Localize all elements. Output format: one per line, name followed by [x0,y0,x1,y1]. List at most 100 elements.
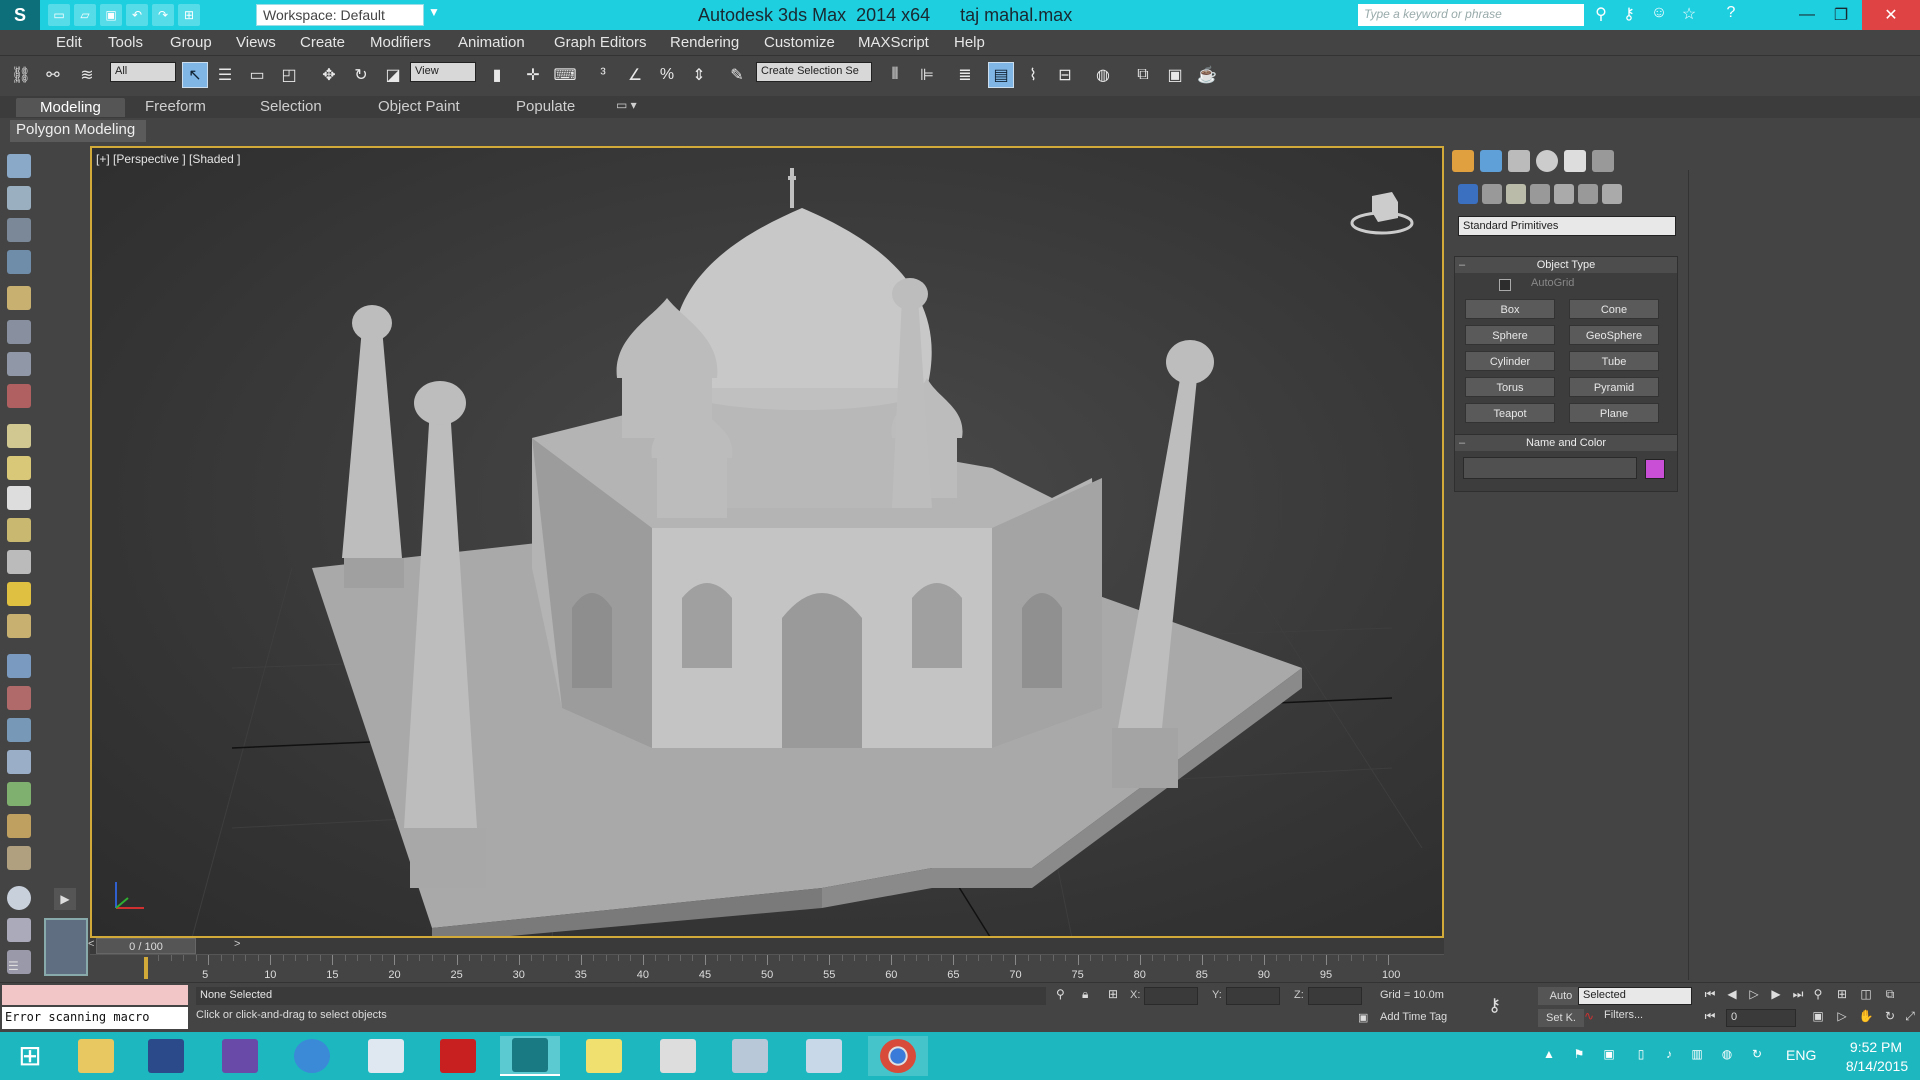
absolute-mode-icon[interactable]: ⊞ [1108,987,1118,1001]
reactor-icon[interactable] [7,686,31,710]
time-slider-handle[interactable]: 0 / 100 [96,938,196,954]
battery-icon[interactable]: ▯ [1632,1047,1650,1065]
input-language[interactable]: ENG [1786,1047,1816,1063]
previous-frame-icon[interactable]: ◀ [1722,987,1742,1005]
open-file-icon[interactable]: ▱ [74,4,96,26]
taskbar-revit[interactable] [356,1036,416,1076]
graphite-tools-icon[interactable]: ▤ [988,62,1014,88]
app-logo-icon[interactable]: S [0,0,40,30]
volume-icon[interactable]: ♪ [1660,1047,1678,1065]
ribbon-panel-polygon-modeling[interactable]: Polygon Modeling [10,120,146,142]
workspace-dropdown[interactable]: Workspace: Default [256,4,424,26]
rotate-icon[interactable]: ↻ [348,62,374,88]
percent-snap-icon[interactable]: % [654,62,680,88]
select-manipulate-icon[interactable]: ✛ [520,62,546,88]
object-type-header[interactable]: – Object Type [1455,257,1677,273]
render-setup-icon[interactable]: ⧉ [1130,62,1156,88]
tab-modeling[interactable]: Modeling [16,98,125,117]
isolate-icon[interactable]: ⚲ [1056,987,1065,1001]
helpers-icon[interactable] [1554,184,1574,204]
taskbar-sticky-notes[interactable] [574,1036,634,1076]
prev-frame-icon[interactable]: < [88,938,94,950]
torus-button[interactable]: Torus [1465,377,1555,397]
help-icon[interactable]: ? [1720,4,1742,26]
system-icon[interactable] [7,718,31,742]
select-object-icon[interactable]: ↖ [182,62,208,88]
zoom-extents-icon[interactable]: ◫ [1856,987,1876,1005]
add-time-tag-button[interactable]: Add Time Tag [1380,1011,1447,1023]
cloth-icon[interactable] [7,846,31,870]
tab-populate[interactable]: Populate [516,98,575,115]
window-crossing-icon[interactable]: ◰ [276,62,302,88]
key-mode-icon[interactable]: ∿ [1584,1009,1594,1023]
tray-app-icon[interactable]: ▣ [1600,1047,1618,1065]
link-icon[interactable]: ⛓ [8,62,34,88]
spinner-snap-icon[interactable]: ⇕ [686,62,712,88]
key-filter-dropdown[interactable]: Selected [1578,987,1692,1005]
time-slider[interactable]: 0 / 100 < > [88,938,1444,954]
field-of-view-icon[interactable]: ▷ [1832,1009,1852,1027]
menu-create[interactable]: Create [300,34,345,51]
start-button[interactable]: ⊞ [0,1036,60,1076]
undo-icon[interactable]: ↶ [126,4,148,26]
menu-help[interactable]: Help [954,34,985,51]
star-icon[interactable]: ☆ [1678,4,1700,26]
tube-button[interactable]: Tube [1569,351,1659,371]
taskbar-autocad[interactable] [428,1036,488,1076]
key-icon[interactable]: ⚷ [1488,995,1501,1016]
menu-group[interactable]: Group [170,34,212,51]
orbit-icon[interactable]: ↻ [1880,1009,1900,1027]
cone-icon[interactable] [7,550,31,574]
action-center-icon[interactable]: ⚑ [1570,1047,1588,1065]
menu-modifiers[interactable]: Modifiers [370,34,431,51]
time-tag-icon[interactable]: ▣ [1358,1011,1368,1024]
go-to-start-icon[interactable]: ⏮ [1700,987,1720,1005]
select-by-name-icon[interactable]: ☰ [212,62,238,88]
dome-icon[interactable] [7,456,31,480]
mirror-icon[interactable]: ⫴ [882,62,908,88]
zoom-extents-all-icon[interactable]: ⧉ [1880,987,1900,1005]
layer-manager-icon[interactable]: ≣ [952,62,978,88]
cameras-icon[interactable] [1530,184,1550,204]
taskbar-file-explorer[interactable] [66,1036,126,1076]
box-button[interactable]: Box [1465,299,1555,319]
key-mode-toggle-icon[interactable]: ⏮ [1700,1009,1720,1027]
align-icon[interactable]: ⊫ [914,62,940,88]
calculator-icon[interactable] [7,918,31,942]
taskbar-3ds-max[interactable] [500,1036,560,1076]
zoom-icon[interactable]: ⚲ [1808,987,1828,1005]
maxscript-mini-listener[interactable] [2,985,188,1005]
close-button[interactable]: ✕ [1862,0,1920,30]
geosphere-button[interactable]: GeoSphere [1569,325,1659,345]
taskbar-chrome[interactable] [868,1036,928,1076]
teapot-icon[interactable] [7,154,31,178]
create-tab-icon[interactable] [1452,150,1474,172]
curve-editor-icon[interactable]: ⌇ [1020,62,1046,88]
x-coordinate-field[interactable] [1144,987,1198,1005]
z-coordinate-field[interactable] [1308,987,1362,1005]
scale-icon[interactable]: ◪ [380,62,406,88]
taskbar-calculator[interactable] [648,1036,708,1076]
tab-freeform[interactable]: Freeform [145,98,206,115]
pyramid-button[interactable]: Pyramid [1569,377,1659,397]
systems-icon[interactable] [1602,184,1622,204]
ribbon-options-icon[interactable]: ▭ ▾ [616,98,637,112]
taskbar-keyboard[interactable] [720,1036,780,1076]
tab-object-paint[interactable]: Object Paint [378,98,460,115]
taskbar-caldi3[interactable] [136,1036,196,1076]
camera-icon[interactable] [7,384,31,408]
box-primitive-icon[interactable] [7,424,31,448]
track-bar[interactable]: ☰ 5 10 15 20 25 30 35 40 45 50 55 60 65 70 75 80 85 90 95 1… [8,954,1444,982]
menu-tools[interactable]: Tools [108,34,143,51]
bind-space-warp-icon[interactable]: ≋ [74,62,100,88]
new-file-icon[interactable]: ▭ [48,4,70,26]
current-frame-field[interactable]: 0 [1726,1009,1796,1027]
rendered-frame-window-icon[interactable]: ▣ [1162,62,1188,88]
sphere-render-icon[interactable] [7,886,31,910]
maxscript-error-line[interactable]: Error scanning macro [2,1007,188,1029]
play-viewport-icon[interactable]: ▶ [54,888,76,910]
next-key-icon[interactable]: ▶ [1766,987,1786,1005]
set-key-button[interactable]: Set K. [1538,1009,1584,1027]
sync-icon[interactable]: ↻ [1748,1047,1766,1065]
menu-edit[interactable]: Edit [56,34,82,51]
